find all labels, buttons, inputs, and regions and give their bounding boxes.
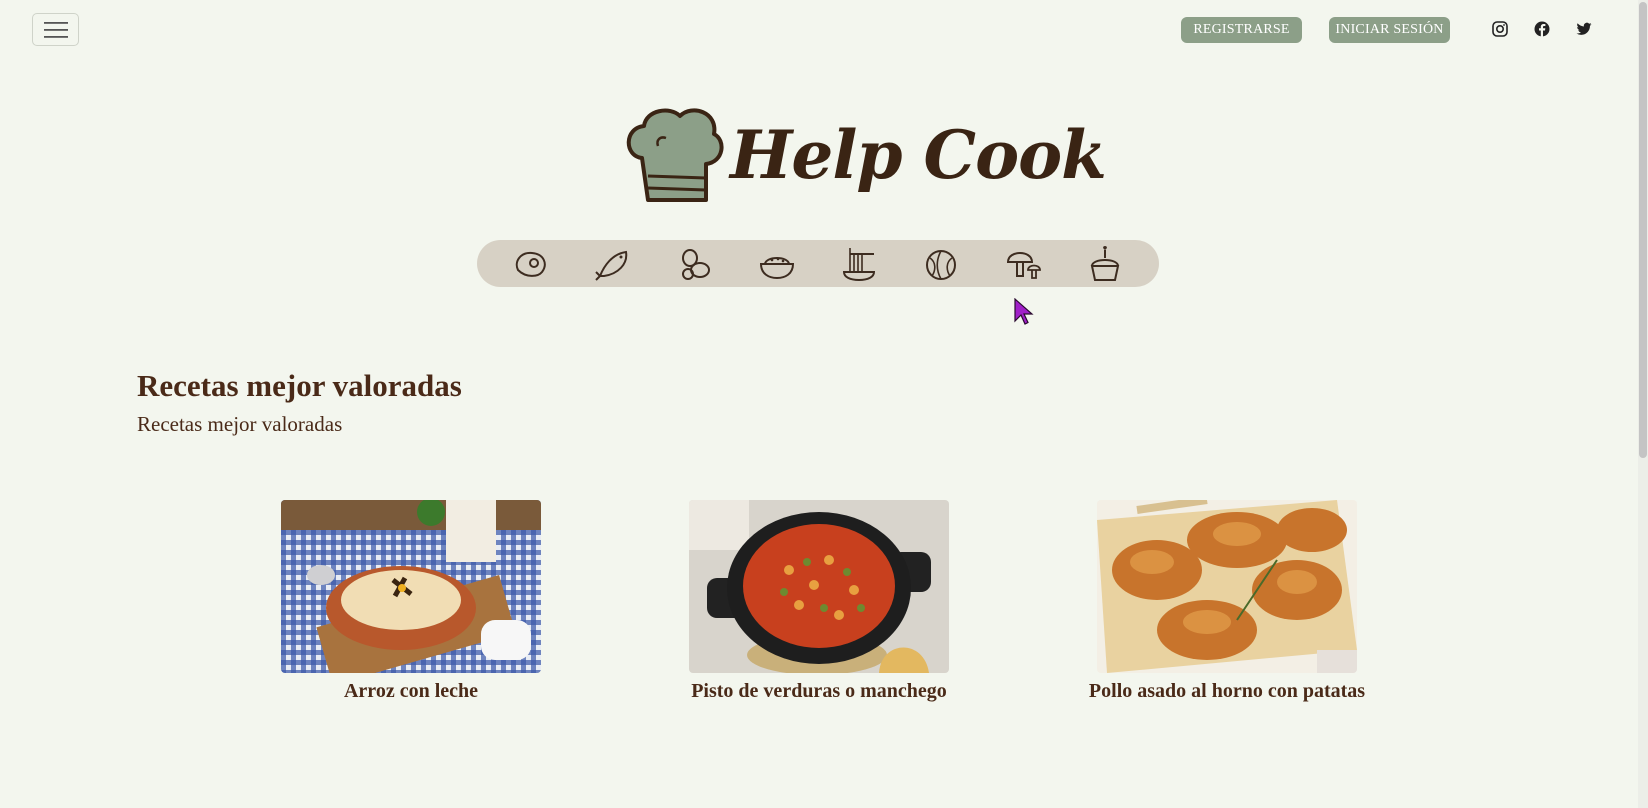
recipe-card[interactable]: Arroz con leche — [281, 500, 541, 702]
hamburger-icon — [43, 21, 68, 38]
mushroom-icon[interactable] — [1004, 246, 1042, 282]
register-button[interactable]: REGISTRARSE — [1181, 17, 1302, 43]
recipe-title[interactable]: Arroz con leche — [181, 680, 641, 703]
fish-icon[interactable] — [594, 246, 632, 282]
section-subtitle: Recetas mejor valoradas — [137, 412, 343, 436]
scrollbar-thumb[interactable] — [1639, 2, 1647, 458]
login-button[interactable]: INICIAR SESIÓN — [1329, 17, 1450, 43]
chef-hat-icon — [626, 108, 724, 202]
instagram-icon[interactable] — [1491, 20, 1509, 38]
legumes-icon[interactable] — [676, 246, 714, 282]
mouse-cursor-icon — [1014, 298, 1034, 325]
recipe-image[interactable] — [1097, 500, 1357, 673]
scrollbar-track[interactable] — [1638, 0, 1648, 808]
dessert-icon[interactable] — [1086, 246, 1124, 282]
category-bar — [477, 240, 1159, 287]
pasta-icon[interactable] — [840, 246, 878, 282]
rice-icon[interactable] — [758, 246, 796, 282]
recipe-card[interactable]: Pisto de verduras o manchego — [689, 500, 949, 702]
logo-text: Help Cook — [730, 116, 1107, 194]
recipe-title[interactable]: Pollo asado al horno con patatas — [997, 680, 1457, 703]
logo[interactable]: Help Cook — [622, 106, 1107, 216]
recipe-image[interactable] — [689, 500, 949, 673]
meat-icon[interactable] — [512, 246, 550, 282]
menu-toggle-button[interactable] — [32, 13, 79, 46]
recipe-card[interactable]: Pollo asado al horno con patatas — [1089, 500, 1365, 702]
section-title: Recetas mejor valoradas — [137, 368, 462, 403]
recipe-image[interactable] — [281, 500, 541, 673]
twitter-icon[interactable] — [1575, 20, 1593, 38]
vegetables-icon[interactable] — [922, 246, 960, 282]
facebook-icon[interactable] — [1533, 20, 1551, 38]
recipe-title[interactable]: Pisto de verduras o manchego — [589, 680, 1049, 703]
